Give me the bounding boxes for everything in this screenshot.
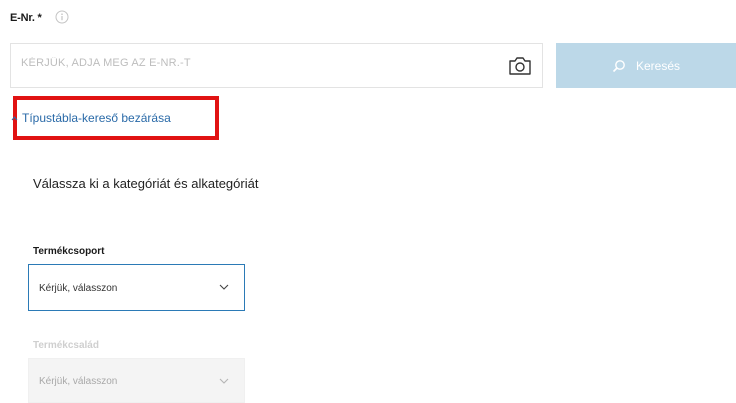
camera-icon[interactable] bbox=[508, 56, 532, 76]
product-group-label: Termékcsoport bbox=[33, 246, 105, 257]
product-group-value: Kérjük, válasszon bbox=[39, 283, 118, 294]
search-button-label: Keresés bbox=[635, 58, 681, 73]
product-family-value: Kérjük, válasszon bbox=[39, 376, 118, 387]
section-title: Válassza ki a kategóriát és alkategóriát bbox=[33, 176, 259, 191]
close-link-label: Típustábla-kereső bezárása bbox=[22, 111, 171, 125]
chevron-down-icon bbox=[219, 378, 229, 384]
enr-label: E-Nr. * bbox=[10, 12, 42, 24]
chevron-down-icon bbox=[219, 284, 229, 290]
chevron-up-icon bbox=[11, 115, 18, 120]
enr-input[interactable] bbox=[21, 57, 491, 69]
product-group-select[interactable]: Kérjük, válasszon bbox=[28, 264, 245, 311]
info-icon[interactable] bbox=[55, 10, 69, 24]
product-family-label: Termékcsalád bbox=[33, 340, 99, 351]
product-family-select[interactable]: Kérjük, válasszon bbox=[28, 358, 245, 403]
search-icon bbox=[612, 59, 625, 72]
search-button[interactable]: Keresés bbox=[556, 43, 736, 88]
enr-search-field[interactable] bbox=[10, 43, 543, 88]
close-type-plate-finder-link[interactable]: Típustábla-kereső bezárása bbox=[11, 111, 171, 125]
